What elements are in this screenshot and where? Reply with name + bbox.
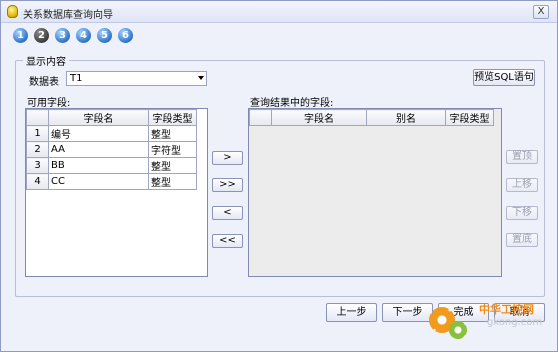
preview-sql-button[interactable]: 预览SQL语句: [473, 69, 535, 86]
field-name-cell[interactable]: CC: [48, 173, 149, 190]
watermark-text-url: gkong.com: [487, 317, 543, 328]
step-2-icon[interactable]: 2: [34, 28, 49, 43]
datatable-select[interactable]: T1: [66, 71, 207, 86]
selected-fields-label: 查询结果中的字段:: [250, 98, 334, 109]
field-name-cell[interactable]: 编号: [48, 125, 149, 142]
row-number: 3: [26, 157, 49, 174]
available-fields-grid[interactable]: 字段名 字段类型 1 编号 整型 2 AA 字符型 3 BB 整型 4 CC 整: [25, 108, 208, 277]
field-name-cell[interactable]: AA: [48, 141, 149, 158]
move-down-button[interactable]: 下移: [506, 206, 538, 220]
field-type-cell[interactable]: 字符型: [148, 141, 197, 158]
row-number: 2: [26, 141, 49, 158]
column-header-name[interactable]: 字段名: [48, 109, 149, 126]
step-5-icon[interactable]: 5: [97, 28, 112, 43]
field-type-cell[interactable]: 整型: [148, 173, 197, 190]
table-header-row: 字段名 字段类型: [26, 109, 197, 126]
row-number: 1: [26, 125, 49, 142]
step-1-icon[interactable]: 1: [13, 28, 28, 43]
table-row[interactable]: 4 CC 整型: [26, 173, 197, 190]
next-step-button[interactable]: 下一步: [382, 303, 433, 322]
move-bottom-button[interactable]: 置底: [506, 233, 538, 247]
wizard-window: 关系数据库查询向导 X 1 2 3 4 5 6 显示内容 数据表 T1 预览SQ…: [0, 0, 558, 352]
remove-all-fields-button[interactable]: <<: [212, 234, 243, 248]
display-content-legend: 显示内容: [23, 53, 69, 68]
available-fields-table: 字段名 字段类型 1 编号 整型 2 AA 字符型 3 BB 整型 4 CC 整: [26, 109, 197, 190]
table-row[interactable]: 1 编号 整型: [26, 125, 197, 142]
row-number: 4: [26, 173, 49, 190]
add-field-button[interactable]: >: [212, 151, 243, 165]
watermark-text-cn: 中华工控网: [479, 303, 534, 316]
datatable-value: T1: [70, 73, 83, 84]
green-gear-icon: [449, 321, 467, 339]
remove-field-button[interactable]: <: [212, 206, 243, 220]
corner-cell: [249, 109, 272, 126]
move-top-button[interactable]: 置顶: [506, 150, 538, 164]
field-type-cell[interactable]: 整型: [148, 157, 197, 174]
window-title: 关系数据库查询向导: [23, 10, 113, 21]
table-row[interactable]: 3 BB 整型: [26, 157, 197, 174]
previous-step-button[interactable]: 上一步: [326, 303, 377, 322]
step-4-icon[interactable]: 4: [76, 28, 91, 43]
title-bar: 关系数据库查询向导 X: [1, 1, 557, 23]
dropdown-arrow-icon[interactable]: [198, 76, 204, 80]
column-header-type[interactable]: 字段类型: [445, 109, 494, 126]
app-bulb-icon: [7, 5, 18, 18]
add-all-fields-button[interactable]: >>: [212, 178, 243, 192]
watermark-logo: 中华工控网 gkong.com: [429, 299, 557, 351]
column-header-name[interactable]: 字段名: [271, 109, 367, 126]
move-up-button[interactable]: 上移: [506, 178, 538, 192]
table-row[interactable]: 2 AA 字符型: [26, 141, 197, 158]
column-header-alias[interactable]: 别名: [366, 109, 446, 126]
column-header-type[interactable]: 字段类型: [148, 109, 197, 126]
close-button[interactable]: X: [533, 5, 549, 19]
available-fields-label: 可用字段:: [27, 98, 71, 109]
datatable-label: 数据表: [29, 77, 59, 88]
selected-fields-grid[interactable]: 字段名 别名 字段类型: [248, 108, 502, 277]
step-3-icon[interactable]: 3: [55, 28, 70, 43]
field-name-cell[interactable]: BB: [48, 157, 149, 174]
corner-cell: [26, 109, 49, 126]
table-header-row: 字段名 别名 字段类型: [249, 109, 494, 126]
selected-fields-table: 字段名 别名 字段类型: [249, 109, 494, 126]
step-6-icon[interactable]: 6: [118, 28, 133, 43]
field-type-cell[interactable]: 整型: [148, 125, 197, 142]
